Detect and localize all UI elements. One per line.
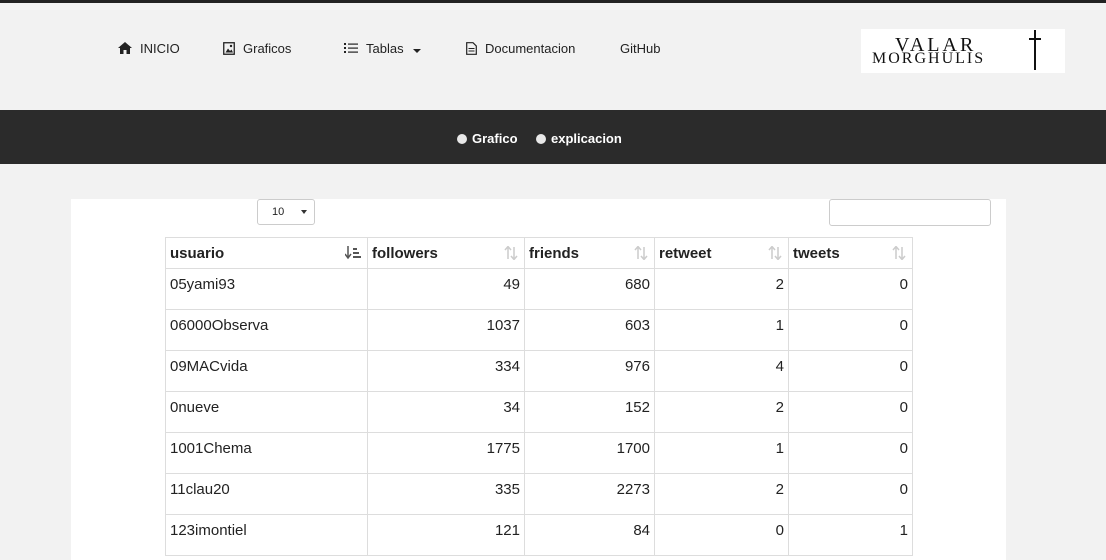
- cell-friends: 2273: [524, 473, 655, 515]
- nav-documentacion[interactable]: Documentacion: [466, 39, 575, 57]
- document-icon: [466, 41, 477, 55]
- cell-retweet: 2: [654, 473, 789, 515]
- cell-retweet: 4: [654, 350, 789, 392]
- table-row: 06000Observa 1037 603 1 0: [165, 309, 913, 351]
- nav-inicio-label: INICIO: [140, 40, 180, 56]
- logo-line2: MORGHULIS: [872, 50, 986, 67]
- cell-followers: 1037: [367, 309, 525, 351]
- cell-retweet: 1: [654, 432, 789, 474]
- cell-usuario: 11clau20: [165, 473, 368, 515]
- logo[interactable]: VALAR MORGHULIS: [861, 29, 1065, 73]
- nav-tablas[interactable]: Tablas: [344, 39, 421, 57]
- radio-icon: [457, 133, 467, 144]
- cell-friends: 680: [524, 268, 655, 310]
- cell-tweets: 0: [788, 391, 913, 433]
- page-length-value: 10: [272, 206, 285, 218]
- radio-grafico-label: Grafico: [472, 131, 518, 146]
- nav-github-label: GitHub: [620, 40, 661, 56]
- page-length-select[interactable]: 10: [257, 199, 315, 225]
- nav-tablas-label: Tablas: [366, 40, 404, 56]
- radio-grafico[interactable]: Grafico: [457, 131, 518, 146]
- cell-followers: 1775: [367, 432, 525, 474]
- cell-usuario: 1001Chema: [165, 432, 368, 474]
- cell-retweet: 0: [654, 514, 789, 556]
- column-header-followers[interactable]: followers: [367, 237, 525, 269]
- cell-tweets: 0: [788, 350, 913, 392]
- cell-usuario: 0nueve: [165, 391, 368, 433]
- table-row: 11clau20 335 2273 2 0: [165, 473, 913, 515]
- cell-tweets: 0: [788, 268, 913, 310]
- column-header-label: tweets: [793, 244, 840, 262]
- nav-documentacion-label: Documentacion: [485, 40, 576, 56]
- cell-tweets: 1: [788, 514, 913, 556]
- users-table: usuario followers friends retweet tweets: [165, 237, 913, 556]
- cell-tweets: 0: [788, 473, 913, 515]
- chevron-down-icon: [412, 49, 421, 53]
- table-header-row: usuario followers friends retweet tweets: [165, 237, 913, 269]
- sort-icon: [768, 246, 782, 260]
- cell-friends: 84: [524, 514, 655, 556]
- nav-inicio[interactable]: INICIO: [118, 39, 180, 57]
- column-header-usuario[interactable]: usuario: [165, 237, 368, 269]
- sort-icon: [634, 246, 648, 260]
- image-icon: [223, 41, 235, 55]
- cell-usuario: 06000Observa: [165, 309, 368, 351]
- cell-tweets: 0: [788, 309, 913, 351]
- home-icon: [118, 42, 132, 54]
- table-row: 05yami93 49 680 2 0: [165, 268, 913, 310]
- nav-graficos-label: Graficos: [243, 40, 292, 56]
- navbar: INICIO Graficos Tablas Documentacion Git…: [0, 3, 1106, 110]
- cell-retweet: 2: [654, 391, 789, 433]
- cell-retweet: 2: [654, 268, 789, 310]
- nav-github[interactable]: GitHub: [620, 39, 660, 57]
- column-header-tweets[interactable]: tweets: [788, 237, 913, 269]
- table-row: 1001Chema 1775 1700 1 0: [165, 432, 913, 474]
- column-header-label: usuario: [170, 244, 225, 262]
- table-row: 09MACvida 334 976 4 0: [165, 350, 913, 392]
- cell-friends: 1700: [524, 432, 655, 474]
- column-header-label: friends: [529, 244, 580, 262]
- cell-followers: 334: [367, 350, 525, 392]
- cell-usuario: 09MACvida: [165, 350, 368, 392]
- cell-followers: 121: [367, 514, 525, 556]
- nav-graficos[interactable]: Graficos: [223, 39, 291, 57]
- cell-followers: 49: [367, 268, 525, 310]
- table-row: 0nueve 34 152 2 0: [165, 391, 913, 433]
- cell-followers: 34: [367, 391, 525, 433]
- sort-icon: [504, 246, 518, 260]
- radio-icon: [536, 133, 546, 144]
- radio-explicacion-label: explicacion: [551, 131, 622, 146]
- cell-friends: 603: [524, 309, 655, 351]
- search-input[interactable]: [829, 199, 991, 226]
- column-header-friends[interactable]: friends: [524, 237, 655, 269]
- cell-retweet: 1: [654, 309, 789, 351]
- cell-usuario: 123imontiel: [165, 514, 368, 556]
- cell-friends: 152: [524, 391, 655, 433]
- sort-icon: [892, 246, 906, 260]
- list-icon: [344, 43, 358, 53]
- cell-friends: 976: [524, 350, 655, 392]
- radio-explicacion[interactable]: explicacion: [536, 131, 622, 146]
- cell-usuario: 05yami93: [165, 268, 368, 310]
- cell-followers: 335: [367, 473, 525, 515]
- table-row: 123imontiel 121 84 0 1: [165, 514, 913, 556]
- cell-tweets: 0: [788, 432, 913, 474]
- dropdown-arrow-icon: [301, 210, 307, 214]
- column-header-retweet[interactable]: retweet: [654, 237, 789, 269]
- column-header-label: followers: [372, 244, 438, 262]
- sort-ascending-icon: [345, 246, 361, 260]
- column-header-label: retweet: [659, 244, 712, 262]
- sword-icon: [1029, 30, 1041, 70]
